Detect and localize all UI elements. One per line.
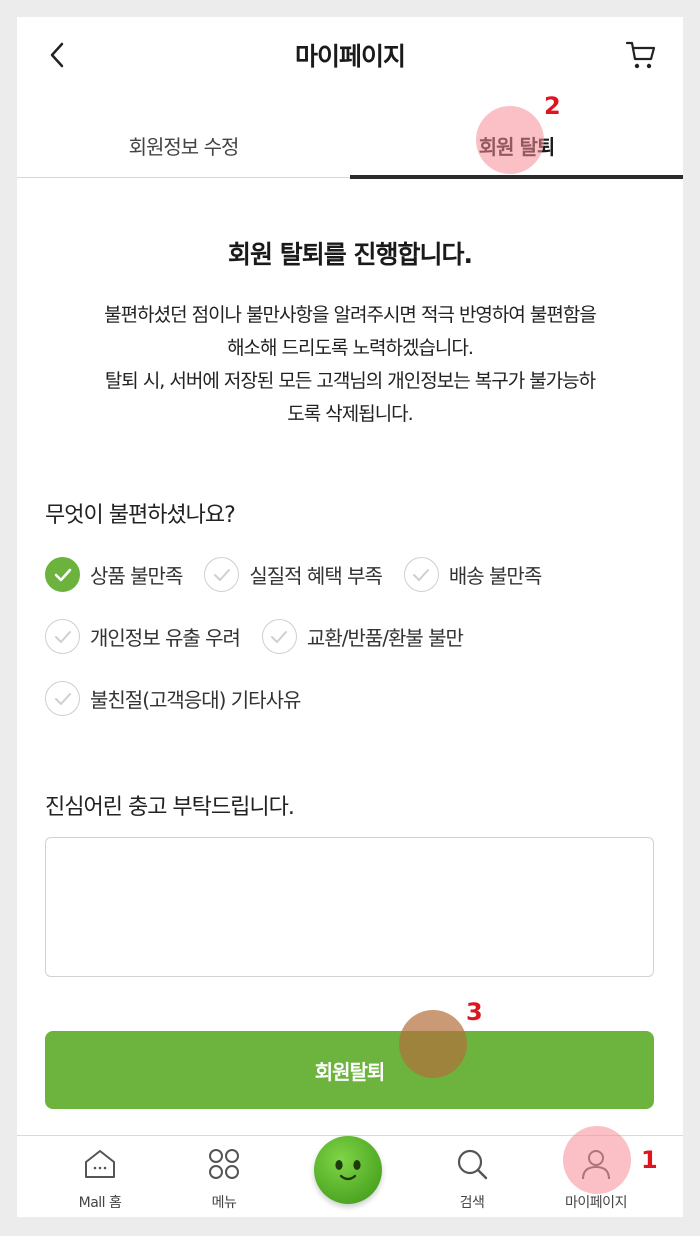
reason-option[interactable]: 불친절(고객응대) 기타사유	[45, 681, 301, 716]
reason-option[interactable]: 상품 불만족	[45, 557, 183, 592]
nav-mypage[interactable]: 마이페이지	[541, 1136, 651, 1217]
cart-button[interactable]	[623, 37, 659, 73]
check-circle-icon	[45, 557, 80, 592]
bottom-nav: Mall 홈 메뉴 검색 마이페이지	[17, 1135, 683, 1217]
cart-icon	[625, 41, 656, 69]
tab-edit-info[interactable]: 회원정보 수정	[17, 112, 350, 178]
reason-row: 불친절(고객응대) 기타사유	[45, 681, 322, 716]
check-circle-icon	[45, 681, 80, 716]
description-line: 불편하셨던 점이나 불만사항을 알려주시면 적극 반영하여 불편함을	[104, 304, 597, 326]
reason-row: 상품 불만족 실질적 혜택 부족 배송 불만족	[45, 557, 563, 592]
user-icon	[582, 1150, 610, 1180]
reason-question: 무엇이 불편하셨나요?	[45, 503, 236, 528]
annotation-number: 3	[466, 998, 483, 1026]
feedback-textarea[interactable]	[45, 837, 654, 977]
reason-label: 개인정보 유출 우려	[90, 626, 241, 650]
menu-grid-icon	[209, 1149, 239, 1179]
reason-option[interactable]: 교환/반품/환불 불만	[261, 619, 464, 654]
reason-label: 실질적 혜택 부족	[249, 564, 383, 588]
annotation-number: 2	[544, 92, 561, 120]
page-title: 마이페이지	[294, 42, 406, 71]
reason-option[interactable]: 개인정보 유출 우려	[45, 619, 241, 654]
description-line: 도록 삭제됩니다.	[287, 403, 413, 425]
nav-label: 메뉴	[211, 1195, 237, 1211]
reason-option[interactable]: 실질적 혜택 부족	[204, 557, 383, 592]
header: 마이페이지	[17, 17, 683, 91]
check-circle-icon	[45, 619, 80, 654]
reason-label: 불친절(고객응대) 기타사유	[90, 688, 301, 712]
annotation-number: 1	[641, 1146, 658, 1174]
withdraw-heading: 회원 탈퇴를 진행합니다.	[228, 240, 473, 269]
reason-option[interactable]: 배송 불만족	[403, 557, 542, 592]
check-circle-icon	[261, 619, 297, 654]
app-screen: 마이페이지 회원정보 수정 회원 탈퇴 회원 탈퇴를 진행합니다. 불편하셨던 …	[17, 17, 683, 1217]
nav-label: 마이페이지	[565, 1195, 627, 1211]
mascot-face-icon	[335, 1160, 361, 1181]
nav-menu[interactable]: 메뉴	[169, 1136, 279, 1217]
check-circle-icon	[204, 557, 240, 592]
check-circle-icon	[403, 557, 439, 592]
nav-mall-home[interactable]: Mall 홈	[45, 1136, 155, 1217]
reason-label: 교환/반품/환불 불만	[306, 626, 464, 650]
tab-bar: 회원정보 수정 회원 탈퇴	[17, 112, 683, 179]
home-icon	[85, 1150, 115, 1178]
reason-row: 개인정보 유출 우려 교환/반품/환불 불만	[45, 619, 485, 654]
nav-search[interactable]: 검색	[417, 1136, 527, 1217]
reason-label: 배송 불만족	[448, 564, 542, 588]
nav-label: Mall 홈	[78, 1195, 122, 1211]
description-line: 해소해 드리도록 노력하겠습니다.	[227, 337, 474, 359]
feedback-label: 진심어린 충고 부탁드립니다.	[45, 795, 295, 820]
nav-mascot[interactable]	[314, 1136, 382, 1204]
description-line: 탈퇴 시, 서버에 저장된 모든 고객님의 개인정보는 복구가 불가능하	[104, 370, 596, 392]
search-icon	[457, 1149, 488, 1180]
tab-withdraw[interactable]: 회원 탈퇴	[350, 112, 683, 179]
withdraw-button[interactable]: 회원탈퇴	[45, 1031, 654, 1109]
nav-label: 검색	[459, 1195, 485, 1211]
reason-label: 상품 불만족	[90, 564, 183, 588]
withdraw-description: 불편하셨던 점이나 불만사항을 알려주시면 적극 반영하여 불편함을 해소해 드…	[45, 299, 655, 431]
